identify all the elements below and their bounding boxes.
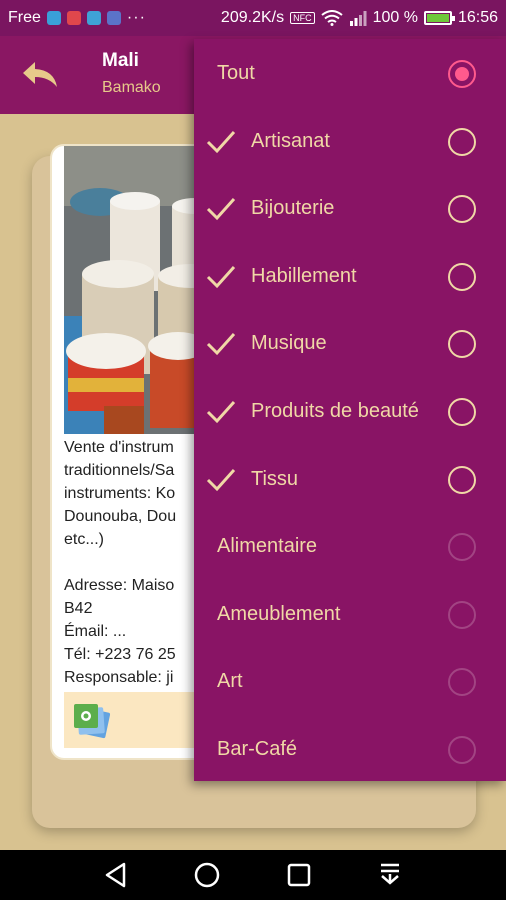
radio-button[interactable] xyxy=(448,127,476,156)
dropdown-item[interactable]: Tissu xyxy=(194,447,506,514)
dropdown-item[interactable]: Alimentaire xyxy=(194,514,506,581)
dropdown-item[interactable]: Art xyxy=(194,649,506,716)
nav-notification-button[interactable] xyxy=(370,855,410,895)
dropdown-item-label: Bar-Café xyxy=(217,738,298,760)
checkmark-icon xyxy=(206,333,236,356)
gallery-icon[interactable] xyxy=(72,702,112,740)
red-app-icon xyxy=(66,11,81,25)
category-dropdown: Tout Artisanat Bijouterie Habillement Musiqu… xyxy=(194,39,506,781)
dropdown-item[interactable]: Bijouterie xyxy=(194,176,506,243)
dropdown-item-label: Tout xyxy=(217,62,255,84)
dropdown-item-label: Tissu xyxy=(251,467,299,490)
page-title: Mali xyxy=(102,50,139,71)
dropdown-item[interactable]: Tout xyxy=(194,41,506,108)
radio-button[interactable] xyxy=(448,668,476,697)
checkmark-icon xyxy=(206,400,236,424)
radio-button[interactable] xyxy=(448,736,476,764)
signal-icon xyxy=(349,11,367,26)
clock: 16:56 xyxy=(457,9,498,26)
triangle-back-icon xyxy=(105,862,125,888)
dropdown-item-label: Habillement xyxy=(251,264,357,287)
network-speed: 209.2K/s xyxy=(220,9,285,26)
checkmark-icon xyxy=(206,468,236,491)
dropdown-item-label: Alimentaire xyxy=(217,535,318,558)
dropdown-item-label: Ameublement xyxy=(217,602,341,625)
battery-percent: 100 % xyxy=(372,9,418,26)
radio-button[interactable] xyxy=(448,533,476,562)
more-notifications-icon: ··· xyxy=(126,9,146,26)
page-subtitle: Bamako xyxy=(102,79,161,96)
carrier-label: Free xyxy=(8,9,41,26)
radio-button[interactable] xyxy=(448,60,476,88)
reply-arrow-icon xyxy=(23,62,57,87)
dropdown-item[interactable]: Bar-Café xyxy=(194,717,506,784)
nav-back-button[interactable] xyxy=(96,855,136,895)
nav-home-button[interactable] xyxy=(187,855,227,895)
checkmark-icon xyxy=(206,130,236,153)
dropdown-item[interactable]: Habillement xyxy=(194,244,506,311)
dropdown-item[interactable]: Musique xyxy=(194,311,506,378)
wifi-icon xyxy=(320,10,343,26)
system-nav-bar xyxy=(0,850,506,900)
radio-button[interactable] xyxy=(448,465,476,494)
blue-app-icon xyxy=(86,11,101,25)
dropdown-item-label: Bijouterie xyxy=(251,197,335,220)
status-bar: Free ··· 209.2K/s NFC 100 % 16:56 xyxy=(0,0,506,36)
calendar-app-icon xyxy=(106,11,121,25)
dropdown-item-label: Artisanat xyxy=(251,129,330,152)
dropdown-item-label: Produits de beauté xyxy=(251,400,419,422)
pull-down-icon xyxy=(381,863,400,885)
shield-app-icon xyxy=(46,11,61,25)
square-recents-icon xyxy=(287,863,310,887)
dropdown-item[interactable]: Ameublement xyxy=(194,582,506,649)
radio-button[interactable] xyxy=(448,262,476,291)
radio-button[interactable] xyxy=(448,330,476,359)
radio-button[interactable] xyxy=(448,600,476,629)
radio-button[interactable] xyxy=(448,195,476,224)
radio-button[interactable] xyxy=(448,398,476,426)
dropdown-item[interactable]: Artisanat xyxy=(194,109,506,176)
dropdown-item[interactable]: Produits de beauté xyxy=(194,379,506,446)
back-button[interactable] xyxy=(18,52,62,96)
circle-home-icon xyxy=(195,862,220,888)
checkmark-icon xyxy=(206,198,236,221)
nav-recents-button[interactable] xyxy=(279,855,319,895)
battery-icon xyxy=(423,11,455,25)
dropdown-item-label: Art xyxy=(217,670,243,693)
nfc-icon: NFC xyxy=(290,12,315,24)
dropdown-item-label: Musique xyxy=(251,332,327,355)
checkmark-icon xyxy=(206,265,236,288)
